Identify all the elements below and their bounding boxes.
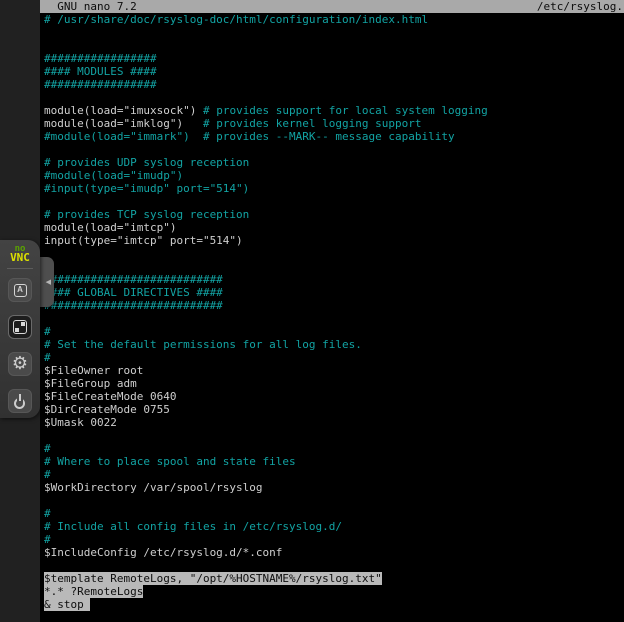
terminal-line <box>44 39 624 52</box>
novnc-logo: no VNC <box>0 245 40 263</box>
terminal-line: #### GLOBAL DIRECTIVES #### <box>44 286 624 299</box>
terminal-line: ################# <box>44 78 624 91</box>
fullscreen-button[interactable] <box>8 315 32 339</box>
terminal-line: # provides UDP syslog reception <box>44 156 624 169</box>
terminal-line: *.* ?RemoteLogs <box>44 585 624 598</box>
terminal-line: # <box>44 468 624 481</box>
terminal-line <box>44 312 624 325</box>
terminal-line: # <box>44 507 624 520</box>
terminal-line <box>44 195 624 208</box>
terminal-lines: # /usr/share/doc/rsyslog-doc/html/config… <box>44 13 624 611</box>
terminal-line <box>44 143 624 156</box>
terminal-line: ################# <box>44 52 624 65</box>
settings-button[interactable]: ⚙ <box>8 352 32 376</box>
novnc-control-bar: no VNC A ⚙ <box>0 240 40 418</box>
a-key-icon: A <box>14 284 27 297</box>
terminal-line: $FileCreateMode 0640 <box>44 390 624 403</box>
terminal-line: $IncludeConfig /etc/rsyslog.d/*.conf <box>44 546 624 559</box>
terminal-line <box>44 494 624 507</box>
power-icon <box>13 394 28 409</box>
terminal-line <box>44 247 624 260</box>
terminal-line: #### MODULES #### <box>44 65 624 78</box>
gear-icon: ⚙ <box>12 355 28 373</box>
terminal-line: # <box>44 533 624 546</box>
terminal-line: $Umask 0022 <box>44 416 624 429</box>
clipboard-button[interactable]: A <box>8 278 32 302</box>
terminal-line <box>44 26 624 39</box>
disconnect-button[interactable] <box>8 389 32 413</box>
terminal-line: # /usr/share/doc/rsyslog-doc/html/config… <box>44 13 624 26</box>
terminal-line <box>44 559 624 572</box>
terminal-line: $DirCreateMode 0755 <box>44 403 624 416</box>
terminal-line: # Where to place spool and state files <box>44 455 624 468</box>
nano-file-path: /etc/rsyslog. <box>537 0 623 13</box>
terminal-line: #module(load="imudp") <box>44 169 624 182</box>
controlbar-buttons: A ⚙ <box>0 278 40 413</box>
terminal-line: # Set the default permissions for all lo… <box>44 338 624 351</box>
nano-titlebar: GNU nano 7.2 /etc/rsyslog. <box>40 0 624 13</box>
screen: GNU nano 7.2 /etc/rsyslog. # /usr/share/… <box>0 0 624 622</box>
terminal-line: ########################### <box>44 273 624 286</box>
terminal-line: $FileGroup adm <box>44 377 624 390</box>
terminal-line: module(load="imtcp") <box>44 221 624 234</box>
terminal-line <box>44 429 624 442</box>
terminal-line <box>44 260 624 273</box>
terminal-line: ########################### <box>44 299 624 312</box>
terminal-line: # <box>44 325 624 338</box>
terminal-line: # <box>44 351 624 364</box>
novnc-logo-vnc: VNC <box>0 253 40 263</box>
terminal-line: $template RemoteLogs, "/opt/%HOSTNAME%/r… <box>44 572 624 585</box>
nano-app-title: GNU nano 7.2 <box>44 0 137 13</box>
terminal-line: # Include all config files in /etc/rsysl… <box>44 520 624 533</box>
fullscreen-expand-icon <box>13 320 27 334</box>
terminal-line: module(load="imklog") # provides kernel … <box>44 117 624 130</box>
terminal-line: #module(load="immark") # provides --MARK… <box>44 130 624 143</box>
terminal-line: #input(type="imudp" port="514") <box>44 182 624 195</box>
terminal-line: $WorkDirectory /var/spool/rsyslog <box>44 481 624 494</box>
vnc-canvas-nano-editor[interactable]: GNU nano 7.2 /etc/rsyslog. # /usr/share/… <box>40 0 624 622</box>
terminal-line: # provides TCP syslog reception <box>44 208 624 221</box>
terminal-line: $FileOwner root <box>44 364 624 377</box>
terminal-line: input(type="imtcp" port="514") <box>44 234 624 247</box>
terminal-line: & stop <box>44 598 624 611</box>
terminal-line <box>44 91 624 104</box>
collapse-left-arrow-icon: ◀ <box>46 279 51 286</box>
terminal-line: # <box>44 442 624 455</box>
terminal-line: module(load="imuxsock") # provides suppo… <box>44 104 624 117</box>
logo-separator <box>7 268 33 269</box>
